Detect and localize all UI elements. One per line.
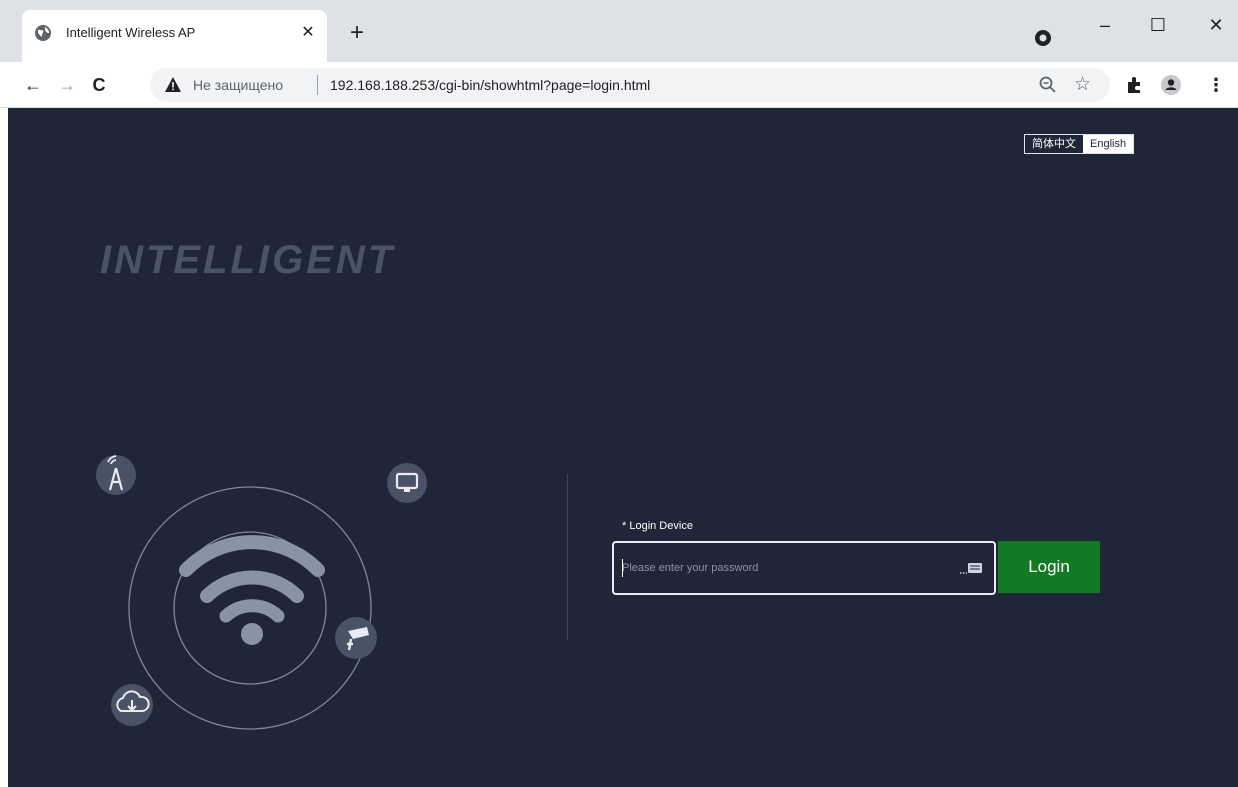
keyboard-icon[interactable] [958,559,984,577]
back-button[interactable]: ← [22,74,44,96]
login-button[interactable]: Login [998,541,1100,593]
security-status[interactable]: Не защищено [193,77,283,93]
login-device-label: * Login Device [622,520,693,532]
browser-profile-icon[interactable] [1034,29,1052,47]
password-input[interactable] [622,558,942,578]
network-illustration [96,455,427,730]
brand-logo: INTELLIGENT [100,238,396,282]
language-chinese-option[interactable]: 简体中文 [1025,135,1083,153]
url-text[interactable]: 192.168.188.253/cgi-bin/showhtml?page=lo… [330,77,650,93]
reload-button[interactable]: C [88,74,110,96]
browser-toolbar: ← → C Не защищено 192.168.188.253/cgi-bi… [0,62,1238,108]
language-english-option[interactable]: English [1083,135,1134,153]
cctv-camera-icon [335,617,377,659]
new-tab-button[interactable]: + [345,21,369,46]
browser-tabstrip: Intelligent Wireless AP ✕ + – ☐ ✕ [0,0,1238,62]
bookmark-star-icon[interactable]: ☆ [1074,73,1091,96]
antenna-tower-icon [96,455,136,495]
browser-tab[interactable]: Intelligent Wireless AP ✕ [22,10,327,62]
zoom-icon[interactable] [1038,75,1058,95]
password-field[interactable] [612,541,996,595]
text-cursor [622,559,623,577]
browser-menu-icon[interactable]: ⋮ [1205,74,1227,96]
address-bar[interactable]: Не защищено 192.168.188.253/cgi-bin/show… [150,68,1110,102]
warning-icon[interactable] [164,76,182,94]
wifi-icon [179,535,325,645]
tab-title: Intelligent Wireless AP [66,25,196,40]
window-maximize-button[interactable]: ☐ [1138,10,1178,46]
window-minimize-button[interactable]: – [1085,10,1125,46]
globe-icon [35,25,51,41]
login-page: 简体中文 English INTELLIGENT * Login Device … [8,108,1238,787]
forward-button[interactable]: → [56,74,78,96]
monitor-icon [387,463,427,503]
address-separator [317,75,318,95]
extension-icon[interactable] [1124,74,1146,96]
tab-close-button[interactable]: ✕ [298,23,318,43]
profile-icon[interactable] [1160,74,1182,96]
cloud-download-icon [111,684,153,726]
window-close-button[interactable]: ✕ [1196,10,1236,46]
vertical-divider [567,474,568,640]
language-switch: 简体中文 English [1024,134,1135,154]
